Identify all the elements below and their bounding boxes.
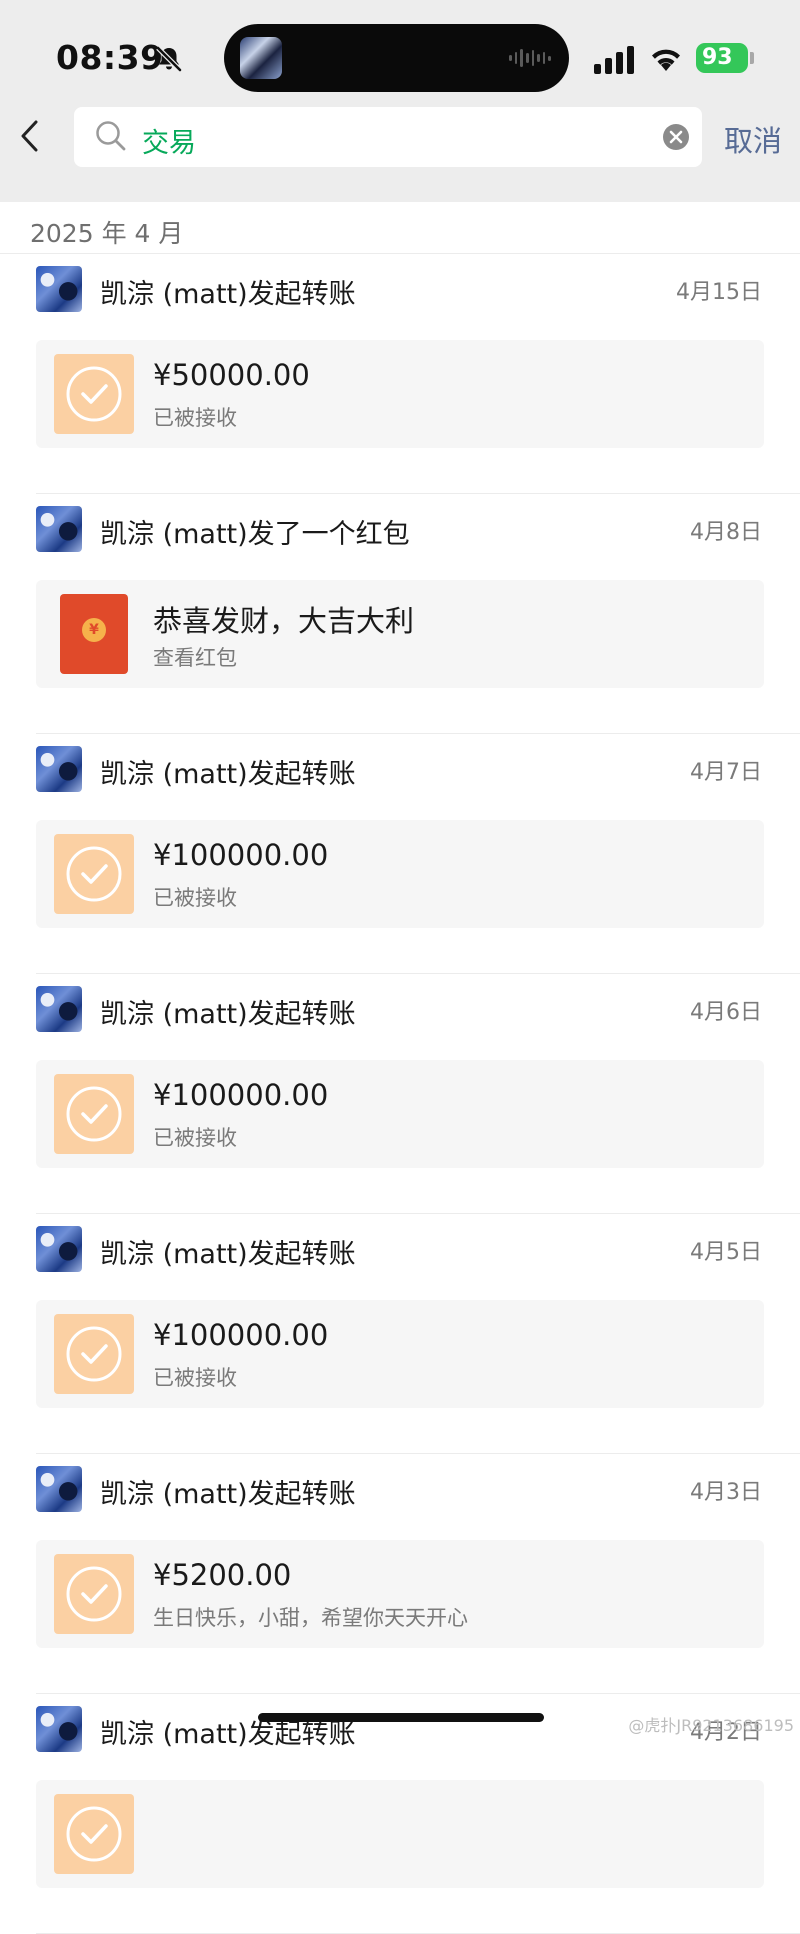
transfer-icon — [54, 1794, 134, 1874]
search-query[interactable]: 交易 — [142, 121, 196, 160]
search-input[interactable]: 交易 — [74, 107, 702, 167]
transfer-card[interactable]: ¥100000.00 已被接收 — [36, 1060, 764, 1168]
transfer-icon — [54, 834, 134, 914]
card-subtitle: 已被接收 — [153, 406, 237, 430]
battery-charging-icon: 93 — [696, 43, 748, 73]
bell-off-icon — [156, 46, 182, 72]
record-date: 4月6日 — [690, 1000, 762, 1025]
sender-name: 凯淙 (matt)发了一个红包 — [100, 519, 410, 550]
clear-icon[interactable] — [662, 123, 690, 151]
sender-name: 凯淙 (matt)发起转账 — [100, 1239, 356, 1270]
month-header: 2025 年 4 月 — [0, 202, 800, 254]
transfer-icon — [54, 354, 134, 434]
transfer-card[interactable]: ¥100000.00 已被接收 — [36, 1300, 764, 1408]
check-circle-icon — [66, 366, 122, 422]
sender-name: 凯淙 (matt)发起转账 — [100, 999, 356, 1030]
red-packet-card[interactable]: ¥ 恭喜发财，大吉大利查看红包 — [36, 580, 764, 688]
watermark: @虎扑JR9213686195 — [628, 1716, 794, 1735]
card-title: 恭喜发财，大吉大利 — [153, 604, 415, 638]
list-item[interactable]: 凯淙 (matt)发起转账 4月6日 ¥100000.00 已被接收 — [0, 974, 800, 1214]
check-circle-icon — [66, 1806, 122, 1862]
avatar[interactable] — [36, 746, 82, 792]
card-subtitle: 查看红包 — [153, 646, 237, 670]
avatar[interactable] — [36, 1466, 82, 1512]
card-title: ¥100000.00 — [153, 1078, 329, 1112]
audio-waveform-icon — [509, 46, 551, 70]
avatar[interactable] — [36, 266, 82, 312]
dynamic-island[interactable] — [224, 24, 569, 92]
status-bar: 08:39 93 — [0, 0, 800, 100]
transfer-icon — [54, 1554, 134, 1634]
list-item[interactable]: 凯淙 (matt)发了一个红包 4月8日 ¥ 恭喜发财，大吉大利查看红包 — [0, 494, 800, 734]
transfer-icon — [54, 1314, 134, 1394]
card-title: ¥50000.00 — [153, 358, 310, 392]
battery-cap — [750, 52, 754, 64]
list-item[interactable]: 凯淙 (matt)发起转账 4月7日 ¥100000.00 已被接收 — [0, 734, 800, 974]
card-title: ¥5200.00 — [153, 1558, 292, 1592]
yuan-seal-icon: ¥ — [82, 618, 106, 642]
transfer-icon — [54, 1074, 134, 1154]
transfer-card[interactable]: ¥5200.00 生日快乐，小甜，希望你天天开心 — [36, 1540, 764, 1648]
record-date: 4月3日 — [690, 1480, 762, 1505]
avatar[interactable] — [36, 1226, 82, 1272]
media-thumbnail-icon[interactable] — [240, 37, 282, 79]
list-item[interactable]: 凯淙 (matt)发起转账 4月15日 ¥50000.00 已被接收 — [0, 254, 800, 494]
record-date: 4月5日 — [690, 1240, 762, 1265]
check-circle-icon — [66, 1326, 122, 1382]
card-title: ¥100000.00 — [153, 1318, 329, 1352]
transaction-list: 凯淙 (matt)发起转账 4月15日 ¥50000.00 已被接收 凯淙 (matt)… — [0, 254, 800, 1934]
card-subtitle: 已被接收 — [153, 1126, 237, 1150]
avatar[interactable] — [36, 506, 82, 552]
red-packet-icon: ¥ — [60, 594, 128, 674]
card-subtitle: 已被接收 — [153, 1366, 237, 1390]
card-subtitle: 已被接收 — [153, 886, 237, 910]
avatar[interactable] — [36, 1706, 82, 1752]
transfer-card[interactable]: ¥100000.00 已被接收 — [36, 820, 764, 928]
sender-name: 凯淙 (matt)发起转账 — [100, 279, 356, 310]
battery-level: 93 — [702, 45, 733, 70]
record-date: 4月8日 — [690, 520, 762, 545]
search-icon — [96, 121, 126, 151]
transfer-card[interactable]: ¥50000.00 已被接收 — [36, 340, 764, 448]
record-date: 4月15日 — [676, 280, 762, 305]
check-circle-icon — [66, 846, 122, 902]
transfer-card[interactable] — [36, 1780, 764, 1888]
home-indicator[interactable] — [258, 1713, 544, 1722]
status-time: 08:39 — [56, 38, 164, 77]
check-circle-icon — [66, 1086, 122, 1142]
avatar[interactable] — [36, 986, 82, 1032]
top-area: 08:39 93 交易 取消 — [0, 0, 800, 202]
sender-name: 凯淙 (matt)发起转账 — [100, 1479, 356, 1510]
cellular-signal-icon — [594, 44, 636, 74]
record-date: 4月7日 — [690, 760, 762, 785]
wifi-icon — [652, 49, 680, 71]
back-arrow-icon[interactable] — [18, 118, 42, 154]
card-title: ¥100000.00 — [153, 838, 329, 872]
cancel-button[interactable]: 取消 — [724, 118, 782, 160]
sender-name: 凯淙 (matt)发起转账 — [100, 759, 356, 790]
list-item[interactable]: 凯淙 (matt)发起转账 4月3日 ¥5200.00 生日快乐，小甜，希望你天天开心 — [0, 1454, 800, 1694]
check-circle-icon — [66, 1566, 122, 1622]
list-item[interactable]: 凯淙 (matt)发起转账 4月5日 ¥100000.00 已被接收 — [0, 1214, 800, 1454]
card-subtitle: 生日快乐，小甜，希望你天天开心 — [153, 1606, 468, 1630]
month-label: 2025 年 4 月 — [30, 219, 184, 248]
